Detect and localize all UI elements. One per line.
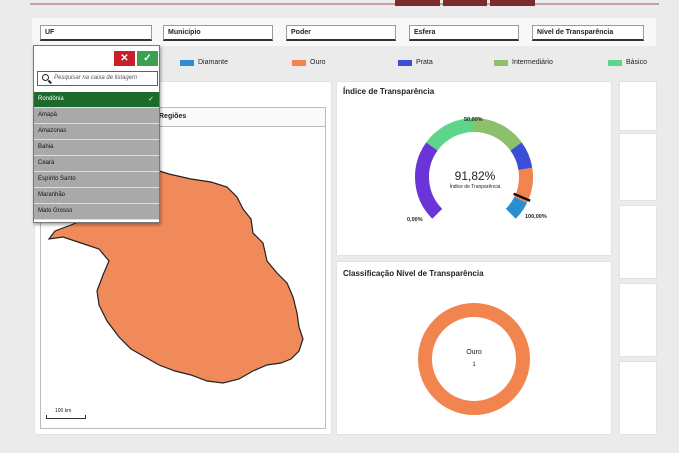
gauge-value: 91,82% xyxy=(454,169,496,183)
side-card-1 xyxy=(620,82,656,130)
check-icon: ✓ xyxy=(148,96,154,103)
donut-slice-ouro[interactable] xyxy=(418,303,530,415)
list-item-rondonia[interactable]: Rondônia ✓ xyxy=(34,92,159,108)
list-item-ceara[interactable]: Ceará xyxy=(34,156,159,172)
list-item-amazonas[interactable]: Amazonas xyxy=(34,124,159,140)
scale-bar xyxy=(46,415,86,419)
legend-item-intermediario: Intermediário xyxy=(494,59,553,66)
list-item-label: Amazonas xyxy=(38,128,67,134)
legend-label: Básico xyxy=(626,59,648,66)
gauge-min-label: 0,00% xyxy=(407,217,423,223)
filter-uf[interactable]: UF xyxy=(40,25,152,41)
list-item-label: Rondônia xyxy=(38,96,64,102)
list-item-amapa[interactable]: Amapá xyxy=(34,108,159,124)
gauge-band-0 xyxy=(415,142,443,219)
donut-panel: Classificação Nível de Transparência Our… xyxy=(337,262,611,434)
cancel-button[interactable]: ✕ xyxy=(114,51,135,66)
list-item-label: Ceará xyxy=(38,160,55,166)
listbox: Rondônia ✓ Amapá Amazonas Bahia Ceará Esp… xyxy=(34,92,159,220)
legend-item-diamante: Diamante xyxy=(180,59,228,66)
gauge-band-3 xyxy=(510,142,533,171)
gauge-band-2 xyxy=(473,118,522,151)
listbox-search-input[interactable]: Pesquisar na caixa de listagem xyxy=(37,71,158,86)
list-item-label: Amapá xyxy=(38,112,58,118)
side-card-2 xyxy=(620,134,656,200)
side-card-4 xyxy=(620,284,656,356)
list-item-label: Bahia xyxy=(38,144,54,150)
gauge-panel: Índice de Transparência 91,82% Índice de… xyxy=(337,82,611,255)
gauge-max-label: 100,00% xyxy=(525,214,547,220)
legend-swatch xyxy=(398,59,412,66)
donut-center-value: 1 xyxy=(472,362,476,368)
search-placeholder: Pesquisar na caixa de listagem xyxy=(54,75,138,81)
uf-dropdown: ✕ ✓ Pesquisar na caixa de listagem Rondô… xyxy=(33,45,160,223)
list-item-label: Mato Grosso xyxy=(38,208,73,214)
list-item-mato-grosso[interactable]: Mato Grosso xyxy=(34,204,159,220)
legend-swatch xyxy=(292,59,306,66)
side-card-3 xyxy=(620,206,656,278)
filter-nivel-transparencia[interactable]: Nível de Transparência xyxy=(532,25,644,41)
legend-item-prata: Prata xyxy=(398,59,433,66)
close-icon: ✕ xyxy=(120,53,129,64)
top-rule xyxy=(30,3,659,5)
scale-label: 100 km xyxy=(55,408,72,414)
top-tabs xyxy=(395,0,536,6)
side-card-5 xyxy=(620,362,656,434)
list-item-label: Espírito Santo xyxy=(38,176,76,182)
confirm-button[interactable]: ✓ xyxy=(137,51,158,66)
legend-item-basico: Básico xyxy=(608,59,647,66)
filter-bar: UF Município Poder Esfera Nível de Trans… xyxy=(32,18,656,46)
filter-poder[interactable]: Poder xyxy=(286,25,396,41)
gauge-value-label: Índice de Tranparência xyxy=(449,184,501,190)
legend-item-ouro: Ouro xyxy=(292,59,326,66)
list-item-maranhao[interactable]: Maranhão xyxy=(34,188,159,204)
filter-municipio[interactable]: Município xyxy=(163,25,273,41)
donut-chart[interactable] xyxy=(337,262,611,434)
legend-label: Ouro xyxy=(310,59,326,66)
search-icon xyxy=(42,74,49,81)
gauge-band-1 xyxy=(426,118,475,151)
check-icon: ✓ xyxy=(143,53,152,64)
legend: Diamante Ouro Prata Intermediário Básico xyxy=(160,55,656,73)
legend-swatch xyxy=(494,59,508,66)
list-item-bahia[interactable]: Bahia xyxy=(34,140,159,156)
legend-swatch xyxy=(608,59,622,66)
filter-esfera[interactable]: Esfera xyxy=(409,25,519,41)
legend-label: Intermediário xyxy=(512,59,553,66)
list-item-label: Maranhão xyxy=(38,192,66,198)
donut-center-label: Ouro xyxy=(466,349,482,356)
legend-swatch xyxy=(180,59,194,66)
legend-label: Prata xyxy=(416,59,433,66)
gauge-mid-label: 50,00% xyxy=(464,117,483,123)
gauge-band-5 xyxy=(505,196,527,219)
map-header-label: Regiões xyxy=(159,113,187,120)
legend-label: Diamante xyxy=(198,59,228,66)
list-item-espirito-santo[interactable]: Espírito Santo xyxy=(34,172,159,188)
